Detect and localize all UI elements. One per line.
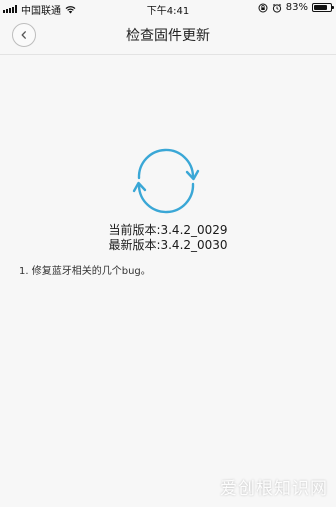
battery-percent: 83% (285, 2, 308, 13)
battery-fill (314, 5, 328, 10)
sync-icon (132, 148, 200, 214)
nav-bar: 检查固件更新 (0, 18, 336, 55)
version-info: 当前版本:3.4.2_0029 最新版本:3.4.2_0030 (0, 223, 336, 253)
page-title: 检查固件更新 (126, 28, 210, 44)
rotation-lock-icon (258, 3, 268, 12)
sync-icon-container (130, 148, 202, 214)
battery-icon (312, 3, 334, 12)
alarm-icon (272, 3, 281, 13)
status-right: 83% (258, 2, 334, 13)
status-bar: 中国联通 下午4:41 83% (0, 0, 336, 18)
changelog-text: 1. 修复蓝牙相关的几个bug。 (19, 266, 151, 277)
watermark-logo: 爱创根知识网 (220, 479, 328, 499)
latest-version: 最新版本:3.4.2_0030 (108, 238, 228, 252)
current-version: 当前版本:3.4.2_0029 (108, 223, 228, 237)
